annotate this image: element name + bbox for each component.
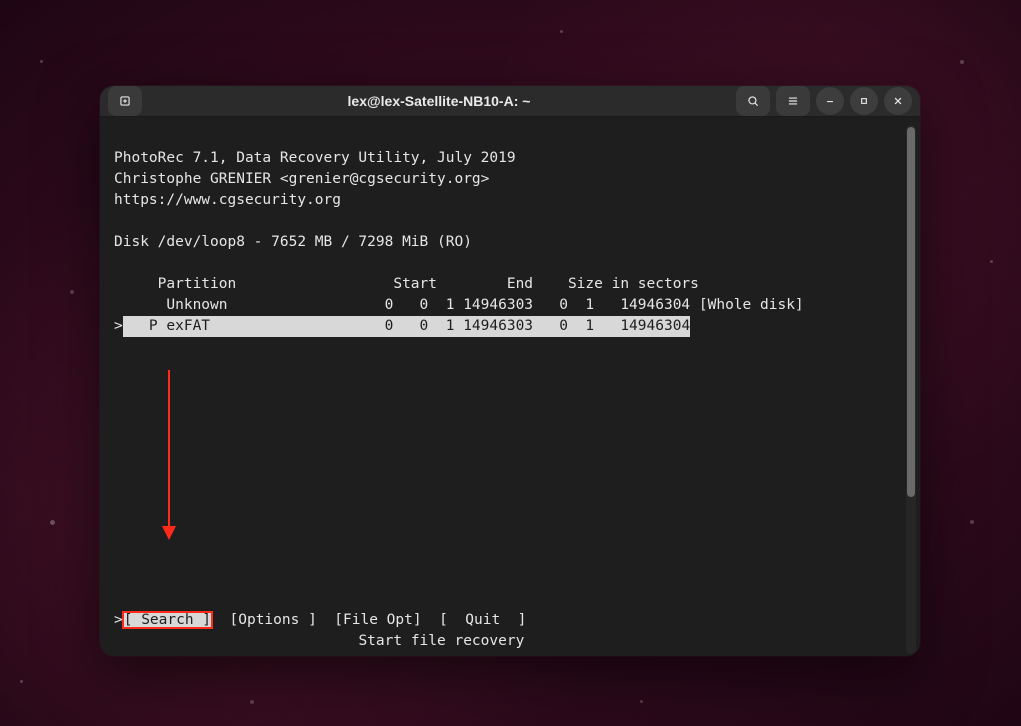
terminal-scrollbar[interactable] (906, 125, 916, 654)
new-tab-button[interactable] (108, 86, 142, 116)
partition-row-exfat-selected[interactable]: P exFAT 0 0 1 14946303 0 1 14946304 (123, 316, 690, 337)
bg-star (640, 700, 643, 703)
close-icon (891, 94, 905, 108)
partition-row-unknown[interactable]: Unknown 0 0 1 14946303 0 1 14946304 [Who… (114, 297, 804, 313)
app-header-line: PhotoRec 7.1, Data Recovery Utility, Jul… (114, 150, 516, 166)
partition-columns-header: Partition Start End Size in sectors (114, 276, 699, 292)
bg-star (50, 520, 55, 525)
bg-star (250, 700, 254, 704)
window-titlebar[interactable]: lex@lex-Satellite-NB10-A: ~ (100, 86, 920, 117)
disk-info-line: Disk /dev/loop8 - 7652 MB / 7298 MiB (RO… (114, 234, 472, 250)
search-button[interactable] (736, 86, 770, 116)
new-tab-icon (118, 94, 132, 108)
desktop-background: lex@lex-Satellite-NB10-A: ~ (0, 0, 1021, 726)
maximize-button[interactable] (850, 87, 878, 115)
bg-star (70, 290, 74, 294)
terminal-window: lex@lex-Satellite-NB10-A: ~ (100, 86, 920, 656)
maximize-icon (857, 94, 871, 108)
minimize-icon (823, 94, 837, 108)
bg-star (960, 60, 964, 64)
partition-row-selected-prefix: > (114, 318, 123, 334)
menu-search-button[interactable]: [ Search ] (123, 612, 212, 628)
hamburger-icon (786, 94, 800, 108)
bg-star (20, 680, 23, 683)
bg-star (40, 60, 43, 63)
terminal-viewport[interactable]: PhotoRec 7.1, Data Recovery Utility, Jul… (100, 117, 920, 656)
terminal-content: PhotoRec 7.1, Data Recovery Utility, Jul… (114, 127, 920, 652)
bg-star (990, 260, 993, 263)
app-header-line: https://www.cgsecurity.org (114, 192, 341, 208)
app-header-line: Christophe GRENIER <grenier@cgsecurity.o… (114, 171, 489, 187)
scrollbar-thumb[interactable] (907, 127, 915, 497)
bg-star (560, 30, 563, 33)
menu-quit-button[interactable]: [ Quit ] (439, 612, 526, 628)
menu-cursor: > (114, 612, 123, 628)
menu-options-button[interactable]: [Options ] (230, 612, 317, 628)
bg-star (970, 520, 974, 524)
window-title: lex@lex-Satellite-NB10-A: ~ (148, 93, 730, 109)
menu-fileopt-button[interactable]: [File Opt] (334, 612, 421, 628)
menu-hint-text: Start file recovery (358, 633, 524, 649)
search-icon (746, 94, 760, 108)
menu-button[interactable] (776, 86, 810, 116)
close-button[interactable] (884, 87, 912, 115)
minimize-button[interactable] (816, 87, 844, 115)
